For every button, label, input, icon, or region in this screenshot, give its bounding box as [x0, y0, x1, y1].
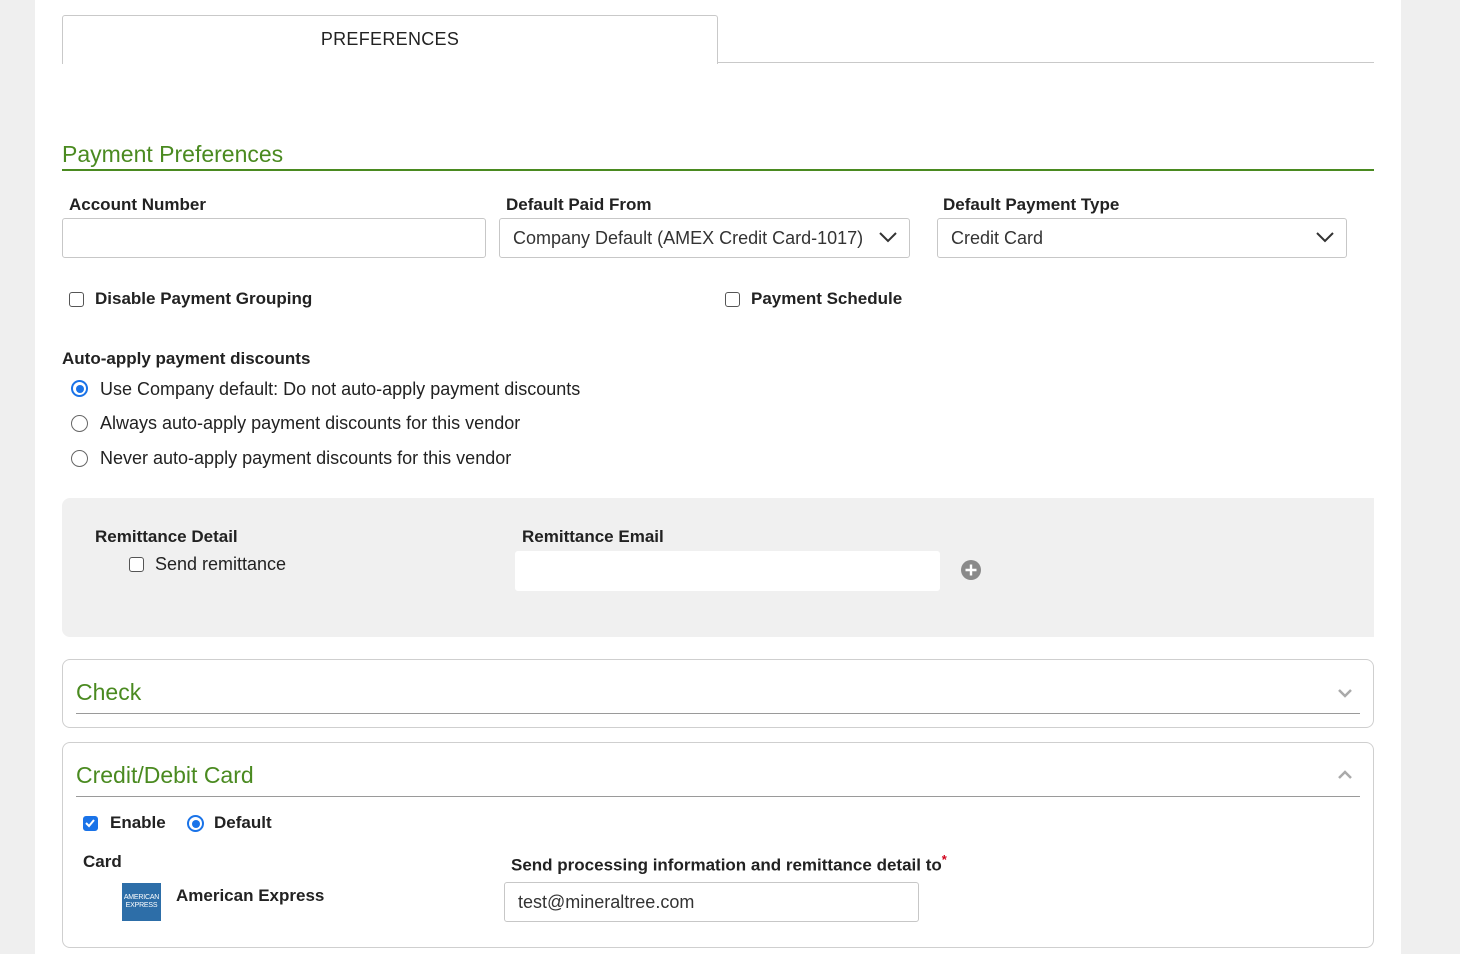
plus-circle-icon[interactable] [960, 559, 982, 581]
chevron-down-icon[interactable] [1337, 688, 1353, 699]
auto-apply-never-label[interactable]: Never auto-apply payment discounts for t… [100, 448, 511, 469]
disable-payment-grouping-checkbox[interactable] [69, 292, 84, 307]
chevron-up-icon[interactable] [1337, 769, 1353, 780]
tab-bar-divider [717, 62, 1374, 63]
send-info-label: Send processing information and remittan… [511, 852, 947, 876]
tab-preferences[interactable]: PREFERENCES [62, 15, 718, 64]
auto-apply-label: Auto-apply payment discounts [62, 349, 311, 368]
remittance-email-label: Remittance Email [522, 527, 664, 546]
default-paid-from-select[interactable]: Company Default (AMEX Credit Card-1017) [499, 218, 910, 258]
auto-apply-always-label[interactable]: Always auto-apply payment discounts for … [100, 413, 520, 434]
payment-preferences-rule [62, 169, 1374, 171]
default-card-label[interactable]: Default [214, 813, 272, 833]
send-remittance-checkbox[interactable] [129, 557, 144, 572]
chevron-down-icon [879, 232, 897, 243]
auto-apply-never-radio[interactable] [71, 450, 88, 467]
auto-apply-always-radio[interactable] [71, 415, 88, 432]
card-label: Card [83, 852, 122, 871]
check-section-title[interactable]: Check [76, 679, 141, 706]
account-number-label: Account Number [69, 195, 206, 214]
credit-debit-card-title[interactable]: Credit/Debit Card [76, 762, 254, 789]
default-paid-from-value: Company Default (AMEX Credit Card-1017) [513, 228, 864, 248]
send-info-email-input[interactable]: test@mineraltree.com [504, 882, 919, 922]
default-payment-type-label: Default Payment Type [943, 195, 1120, 214]
default-payment-type-select[interactable]: Credit Card [937, 218, 1347, 258]
default-payment-type-value: Credit Card [951, 228, 1044, 248]
card-name: American Express [176, 886, 325, 905]
checkmark-icon [85, 819, 95, 828]
remittance-email-input[interactable] [515, 551, 940, 591]
auto-apply-company-default-radio[interactable] [71, 380, 88, 397]
american-express-logo: AMERICAN EXPRESS [122, 883, 161, 921]
disable-payment-grouping-label[interactable]: Disable Payment Grouping [95, 289, 312, 309]
chevron-down-icon [1316, 232, 1334, 243]
remittance-detail-label: Remittance Detail [95, 527, 238, 546]
send-remittance-label[interactable]: Send remittance [155, 554, 286, 575]
enable-card-checkbox[interactable] [83, 816, 98, 831]
payment-schedule-checkbox[interactable] [725, 292, 740, 307]
default-card-radio[interactable] [187, 815, 204, 832]
enable-card-label[interactable]: Enable [110, 813, 166, 833]
vendor-preferences-page: PREFERENCES Payment Preferences Account … [35, 0, 1401, 954]
account-number-input[interactable] [62, 218, 486, 258]
auto-apply-company-default-label[interactable]: Use Company default: Do not auto-apply p… [100, 379, 580, 400]
check-section [62, 659, 1374, 728]
payment-schedule-label[interactable]: Payment Schedule [751, 289, 902, 309]
credit-debit-card-rule [76, 796, 1360, 797]
check-section-rule [76, 713, 1360, 714]
payment-preferences-title: Payment Preferences [62, 141, 284, 167]
required-indicator: * [941, 852, 947, 867]
send-info-label-text: Send processing information and remittan… [511, 855, 942, 875]
default-paid-from-label: Default Paid From [506, 195, 652, 214]
